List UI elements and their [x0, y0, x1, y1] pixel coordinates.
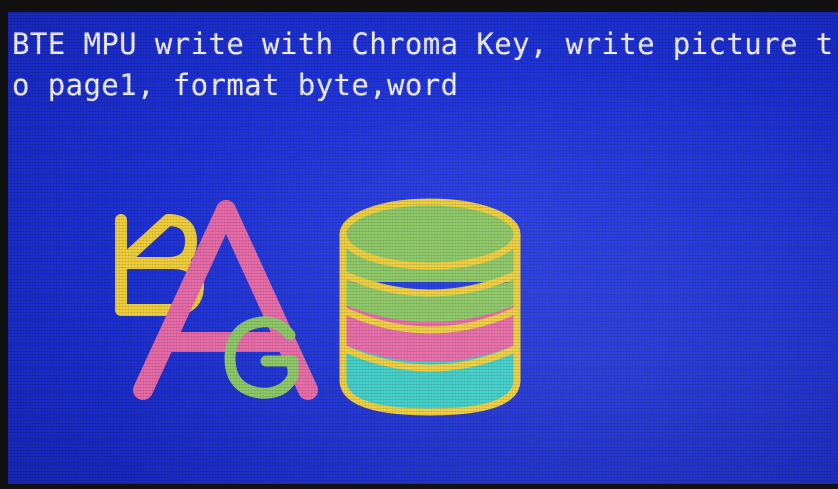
database-cylinder-icon [339, 198, 521, 416]
database-body [339, 198, 521, 416]
monitor-bezel: BTE MPU write with Chroma Key, write pic… [0, 0, 838, 489]
lcd-screen: BTE MPU write with Chroma Key, write pic… [8, 12, 838, 484]
